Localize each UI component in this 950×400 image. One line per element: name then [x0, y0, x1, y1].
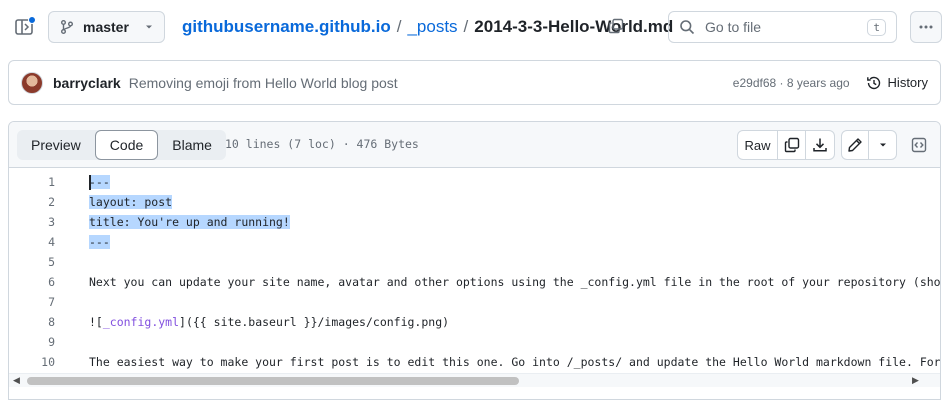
download-icon — [813, 138, 827, 152]
symbols-panel-button[interactable] — [905, 131, 933, 159]
git-branch-icon — [61, 20, 73, 34]
markdown-link-text: _config.yml — [102, 315, 180, 329]
tab-preview[interactable]: Preview — [17, 130, 95, 160]
breadcrumb: githubusername.github.io / _posts / 2014… — [182, 15, 673, 39]
breadcrumb-separator: / — [463, 17, 469, 36]
code-line: 9 — [9, 332, 940, 352]
raw-button[interactable]: Raw — [738, 131, 778, 159]
code-line-text: ![_config.yml]({{ site.baseurl }}/images… — [89, 315, 450, 329]
raw-actions-group: Raw — [737, 130, 835, 160]
line-number[interactable]: 1 — [9, 175, 55, 189]
go-to-file-placeholder: Go to file — [705, 19, 762, 35]
scroll-left-arrow-icon[interactable]: ◀ — [13, 375, 20, 386]
code-line-text: --- — [89, 235, 110, 249]
kebab-horizontal-icon — [919, 25, 933, 29]
breadcrumb-folder-link[interactable]: _posts — [407, 17, 457, 37]
top-bar: master githubusername.github.io / _posts… — [0, 0, 950, 54]
file-header: Preview Code Blame 10 lines (7 loc) · 47… — [9, 122, 940, 168]
code-line: 1 --- — [9, 172, 940, 192]
branch-name: master — [83, 19, 129, 35]
line-number[interactable]: 2 — [9, 195, 55, 209]
keyboard-shortcut-hint: t — [867, 18, 886, 36]
code-line-text: layout: post — [89, 195, 173, 209]
code-line: 3 title: You're up and running! — [9, 212, 940, 232]
notification-dot — [28, 16, 36, 24]
chevron-down-icon — [146, 25, 152, 29]
line-number[interactable]: 9 — [9, 335, 55, 349]
code-line: 10 The easiest way to make your first po… — [9, 352, 941, 372]
line-number[interactable]: 10 — [9, 355, 55, 369]
triangle-down-icon — [879, 143, 886, 147]
more-options-button[interactable] — [910, 11, 942, 43]
line-number[interactable]: 7 — [9, 295, 55, 309]
download-raw-button[interactable] — [806, 131, 834, 159]
tab-blame[interactable]: Blame — [158, 130, 226, 160]
code-line: 7 — [9, 292, 940, 312]
code-line-text: The easiest way to make your first post … — [89, 355, 941, 369]
line-number[interactable]: 4 — [9, 235, 55, 249]
edit-file-button[interactable] — [842, 131, 869, 159]
commit-message-link[interactable]: Removing emoji from Hello World blog pos… — [129, 75, 398, 91]
copy-icon — [608, 18, 624, 34]
code-line: 4 --- — [9, 232, 940, 252]
tab-code[interactable]: Code — [94, 130, 159, 160]
edit-actions-group — [841, 130, 897, 160]
code-line: 8 ![_config.yml]({{ site.baseurl }}/imag… — [9, 312, 940, 332]
branch-selector-button[interactable]: master — [48, 11, 165, 43]
code-line: 6 Next you can update your site name, av… — [9, 272, 941, 292]
code-square-icon — [911, 137, 927, 153]
line-number[interactable]: 6 — [9, 275, 55, 289]
breadcrumb-file-name: 2014-3-3-Hello-World.md — [474, 17, 674, 36]
avatar[interactable] — [21, 71, 43, 94]
horizontal-scrollbar[interactable]: ◀ ▶ — [9, 373, 940, 387]
search-icon — [680, 20, 695, 35]
scrollbar-thumb[interactable] — [27, 377, 519, 385]
copy-raw-button[interactable] — [778, 131, 806, 159]
history-button[interactable]: History — [866, 75, 928, 91]
edit-options-dropdown[interactable] — [869, 131, 896, 159]
view-mode-tabs: Preview Code Blame — [17, 130, 226, 160]
pencil-icon — [848, 138, 862, 152]
breadcrumb-separator: / — [396, 17, 402, 36]
code-line: 2 layout: post — [9, 192, 940, 212]
code-line-text: Next you can update your site name, avat… — [89, 275, 941, 289]
history-label: History — [887, 75, 928, 90]
file-info: 10 lines (7 loc) · 476 Bytes — [225, 137, 419, 151]
latest-commit-bar: barryclark Removing emoji from Hello Wor… — [8, 60, 941, 105]
code-line: 5 — [9, 252, 940, 272]
text-cursor — [89, 175, 91, 190]
file-viewer: Preview Code Blame 10 lines (7 loc) · 47… — [8, 121, 941, 400]
scroll-right-arrow-icon[interactable]: ▶ — [912, 375, 919, 386]
line-number[interactable]: 8 — [9, 315, 55, 329]
go-to-file-input[interactable]: Go to file t — [668, 11, 897, 43]
commit-hash-and-age[interactable]: e29df68 · 8 years ago — [733, 76, 850, 90]
line-number[interactable]: 3 — [9, 215, 55, 229]
commit-author-link[interactable]: barryclark — [53, 75, 121, 91]
copy-icon — [784, 137, 799, 153]
copy-path-button[interactable] — [604, 14, 628, 38]
sidebar-toggle-button[interactable] — [12, 14, 38, 40]
code-view[interactable]: 1 --- 2 layout: post 3 title: You're up … — [9, 168, 941, 373]
code-line-text: --- — [89, 175, 110, 189]
code-line-text: title: You're up and running! — [89, 215, 290, 229]
history-icon — [866, 76, 880, 89]
breadcrumb-repo-link[interactable]: githubusername.github.io — [182, 17, 391, 37]
line-number[interactable]: 5 — [9, 255, 55, 269]
